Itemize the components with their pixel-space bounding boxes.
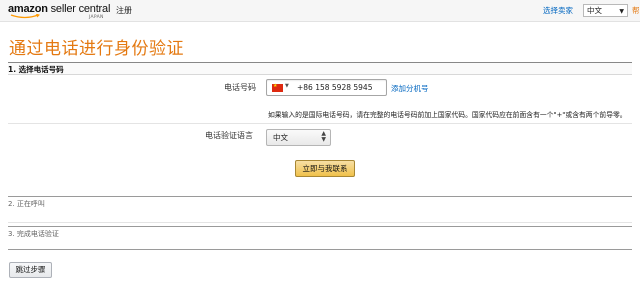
phone-number-label: 电话号码 (224, 83, 256, 92)
step1-title: 1. 选择电话号码 (8, 65, 64, 74)
add-extension-link[interactable]: 添加分机号 (391, 83, 429, 94)
top-header: amazon seller central JAPAN 注册 选择卖家 中文 ▼… (0, 0, 640, 22)
step3-title: 3. 完成电话验证 (8, 230, 59, 238)
step3-divider (8, 226, 632, 227)
skip-step-button[interactable]: 跳过步骤 (9, 262, 52, 278)
step1-header-bar (8, 62, 632, 75)
divider (8, 123, 632, 124)
footer-divider (8, 249, 632, 250)
help-link[interactable]: 帮 (632, 5, 640, 16)
phone-hint-text: 如果输入的是国际电话号码，请在完整的电话号码前加上国家代码。国家代码应在前面含有… (268, 111, 627, 119)
divider (8, 222, 632, 223)
register-link[interactable]: 注册 (116, 5, 132, 16)
verification-language-select[interactable]: 中文 ▲ ▼ (266, 129, 331, 146)
select-arrows-icon: ▲ ▼ (321, 130, 326, 143)
select-seller-link[interactable]: 选择卖家 (543, 5, 573, 16)
country-dropdown-icon[interactable]: ▼ (285, 83, 289, 89)
china-flag-icon[interactable]: ★ (272, 83, 283, 92)
call-me-now-button[interactable]: 立即与我联系 (295, 160, 355, 177)
phone-number-input[interactable]: ★ ▼ +86 158 5928 5945 (266, 79, 387, 96)
amazon-seller-central-logo[interactable]: amazon seller central JAPAN (8, 2, 110, 20)
language-select-value: 中文 (587, 6, 602, 15)
logo-region: JAPAN (89, 15, 104, 20)
language-select[interactable]: 中文 ▼ (583, 4, 628, 17)
verification-language-label: 电话验证语言 (205, 131, 253, 140)
step2-title: 2. 正在呼叫 (8, 200, 45, 208)
verification-language-value: 中文 (273, 133, 288, 142)
amazon-smile-icon (10, 14, 40, 19)
step2-divider (8, 196, 632, 197)
chevron-down-icon: ▼ (619, 8, 624, 15)
phone-number-value: +86 158 5928 5945 (297, 83, 373, 92)
page-title: 通过电话进行身份验证 (9, 39, 184, 59)
